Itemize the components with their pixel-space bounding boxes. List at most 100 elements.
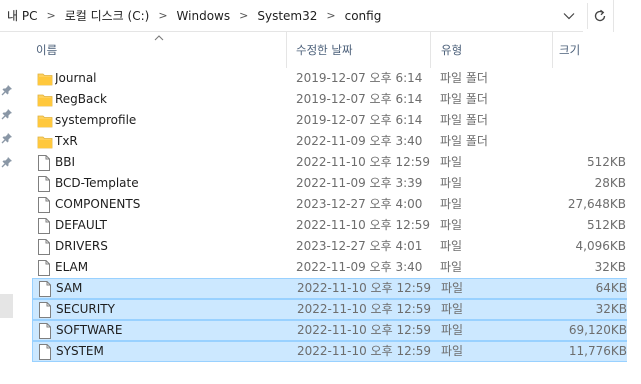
- file-name: TxR: [55, 134, 78, 148]
- chevron-down-icon: [563, 13, 575, 20]
- folder-icon: [37, 110, 53, 131]
- breadcrumb-this-pc[interactable]: 내 PC: [4, 7, 40, 24]
- file-type: 파일: [440, 218, 463, 232]
- file-size: 32KB: [594, 260, 626, 274]
- file-modified-date: 2022-11-10 오후 12:59: [297, 302, 432, 316]
- column-header-date[interactable]: 수정한 날짜: [296, 42, 353, 58]
- file-type: 파일 폴더: [440, 134, 488, 148]
- pin-icon[interactable]: [1, 156, 13, 168]
- file-row[interactable]: SYSTEM 2022-11-10 오후 12:59 파일 11,776KB: [32, 341, 632, 362]
- breadcrumb-local-disk[interactable]: 로컬 디스크 (C:): [62, 7, 153, 24]
- file-size: [552, 110, 626, 131]
- nav-selected-item[interactable]: [0, 294, 13, 318]
- file-row[interactable]: COMPONENTS 2023-12-27 오후 4:00 파일 27,648KB: [32, 194, 632, 215]
- refresh-button[interactable]: [587, 3, 612, 29]
- folder-icon: [37, 68, 53, 89]
- pin-icon[interactable]: [1, 132, 13, 144]
- file-type: 파일 폴더: [440, 92, 488, 106]
- file-name: systemprofile: [55, 113, 137, 127]
- breadcrumb-system32[interactable]: System32: [254, 9, 320, 23]
- file-type: 파일: [441, 323, 464, 337]
- file-size: 28KB: [594, 176, 626, 190]
- file-explorer-window: 내 PC > 로컬 디스크 (C:) > Windows > System32 …: [0, 0, 641, 384]
- pin-icon[interactable]: [1, 108, 13, 120]
- file-size: 512KB: [586, 218, 626, 232]
- file-name: DRIVERS: [55, 239, 108, 253]
- pin-icon[interactable]: [1, 84, 13, 96]
- file-row[interactable]: Journal 2019-12-07 오후 6:14 파일 폴더: [32, 68, 632, 89]
- column-resize-handle[interactable]: [430, 32, 431, 68]
- file-modified-date: 2023-12-27 오후 4:00: [296, 197, 423, 211]
- file-modified-date: 2022-11-10 오후 12:59: [296, 155, 431, 169]
- file-name: SAM: [56, 281, 83, 295]
- file-list: Journal 2019-12-07 오후 6:14 파일 폴더 RegBack 201…: [32, 68, 632, 362]
- column-resize-handle[interactable]: [286, 32, 287, 68]
- file-icon: [38, 278, 54, 299]
- file-type: 파일: [440, 197, 463, 211]
- file-modified-date: 2019-12-07 오후 6:14: [296, 71, 423, 85]
- column-header-name[interactable]: 이름: [36, 42, 57, 58]
- file-type: 파일: [440, 176, 463, 190]
- file-icon: [38, 299, 54, 320]
- file-row[interactable]: BBI 2022-11-10 오후 12:59 파일 512KB: [32, 152, 632, 173]
- file-type: 파일: [441, 281, 464, 295]
- file-name: SYSTEM: [56, 344, 104, 358]
- file-name: DEFAULT: [55, 218, 107, 232]
- file-name: RegBack: [55, 92, 107, 106]
- column-header-size[interactable]: 크기: [559, 42, 580, 58]
- file-name: SECURITY: [56, 302, 115, 316]
- file-type: 파일: [441, 302, 464, 316]
- folder-icon: [37, 131, 53, 152]
- file-row[interactable]: ELAM 2022-11-09 오후 3:40 파일 32KB: [32, 257, 632, 278]
- file-icon: [38, 320, 54, 341]
- breadcrumb-separator[interactable]: >: [40, 9, 61, 22]
- file-icon: [37, 152, 53, 173]
- file-modified-date: 2022-11-10 오후 12:59: [297, 281, 432, 295]
- file-name: COMPONENTS: [55, 197, 141, 211]
- file-type: 파일 폴더: [440, 71, 488, 85]
- file-name: SOFTWARE: [56, 323, 123, 337]
- file-modified-date: 2022-11-10 오후 12:59: [297, 344, 432, 358]
- file-row[interactable]: TxR 2022-11-09 오후 3:40 파일 폴더: [32, 131, 632, 152]
- file-row[interactable]: systemprofile 2019-12-07 오후 6:14 파일 폴더: [32, 110, 632, 131]
- address-bar[interactable]: 내 PC > 로컬 디스크 (C:) > Windows > System32 …: [0, 0, 583, 32]
- file-size: 512KB: [586, 155, 626, 169]
- column-resize-handle[interactable]: [552, 32, 553, 68]
- file-row[interactable]: BCD-Template 2022-11-09 오후 3:39 파일 28KB: [32, 173, 632, 194]
- file-modified-date: 2023-12-27 오후 4:01: [296, 239, 423, 253]
- file-icon: [37, 257, 53, 278]
- file-size: 32KB: [595, 302, 627, 316]
- file-modified-date: 2019-12-07 오후 6:14: [296, 92, 423, 106]
- file-size: [552, 68, 626, 89]
- file-size: 64KB: [595, 281, 627, 295]
- file-row[interactable]: SAM 2022-11-10 오후 12:59 파일 64KB: [32, 278, 632, 299]
- file-row[interactable]: RegBack 2019-12-07 오후 6:14 파일 폴더: [32, 89, 632, 110]
- breadcrumb-separator[interactable]: >: [320, 9, 341, 22]
- file-size: 4,096KB: [575, 239, 626, 253]
- file-row[interactable]: SECURITY 2022-11-10 오후 12:59 파일 32KB: [32, 299, 632, 320]
- file-name: BBI: [55, 155, 76, 169]
- vertical-scrollbar[interactable]: [627, 68, 641, 384]
- breadcrumb-config[interactable]: config: [342, 9, 385, 23]
- file-type: 파일: [440, 239, 463, 253]
- file-type: 파일: [441, 344, 464, 358]
- address-history-dropdown[interactable]: [557, 5, 581, 27]
- file-icon: [37, 215, 53, 236]
- file-modified-date: 2022-11-10 오후 12:59: [296, 218, 431, 232]
- breadcrumb-windows[interactable]: Windows: [174, 9, 234, 23]
- file-size: 11,776KB: [568, 344, 627, 358]
- file-row[interactable]: DRIVERS 2023-12-27 오후 4:01 파일 4,096KB: [32, 236, 632, 257]
- breadcrumb-separator[interactable]: >: [233, 9, 254, 22]
- file-type: 파일: [440, 155, 463, 169]
- file-modified-date: 2022-11-09 오후 3:40: [296, 260, 423, 274]
- file-modified-date: 2022-11-09 오후 3:39: [296, 176, 423, 190]
- file-row[interactable]: DEFAULT 2022-11-10 오후 12:59 파일 512KB: [32, 215, 632, 236]
- breadcrumb-separator[interactable]: >: [152, 9, 173, 22]
- column-header-type[interactable]: 유형: [441, 42, 462, 58]
- file-icon: [38, 341, 54, 362]
- column-header: 이름 수정한 날짜 유형 크기: [14, 32, 641, 68]
- file-row[interactable]: SOFTWARE 2022-11-10 오후 12:59 파일 69,120KB: [32, 320, 632, 341]
- file-icon: [37, 236, 53, 257]
- file-type: 파일: [440, 260, 463, 274]
- folder-icon: [37, 89, 53, 110]
